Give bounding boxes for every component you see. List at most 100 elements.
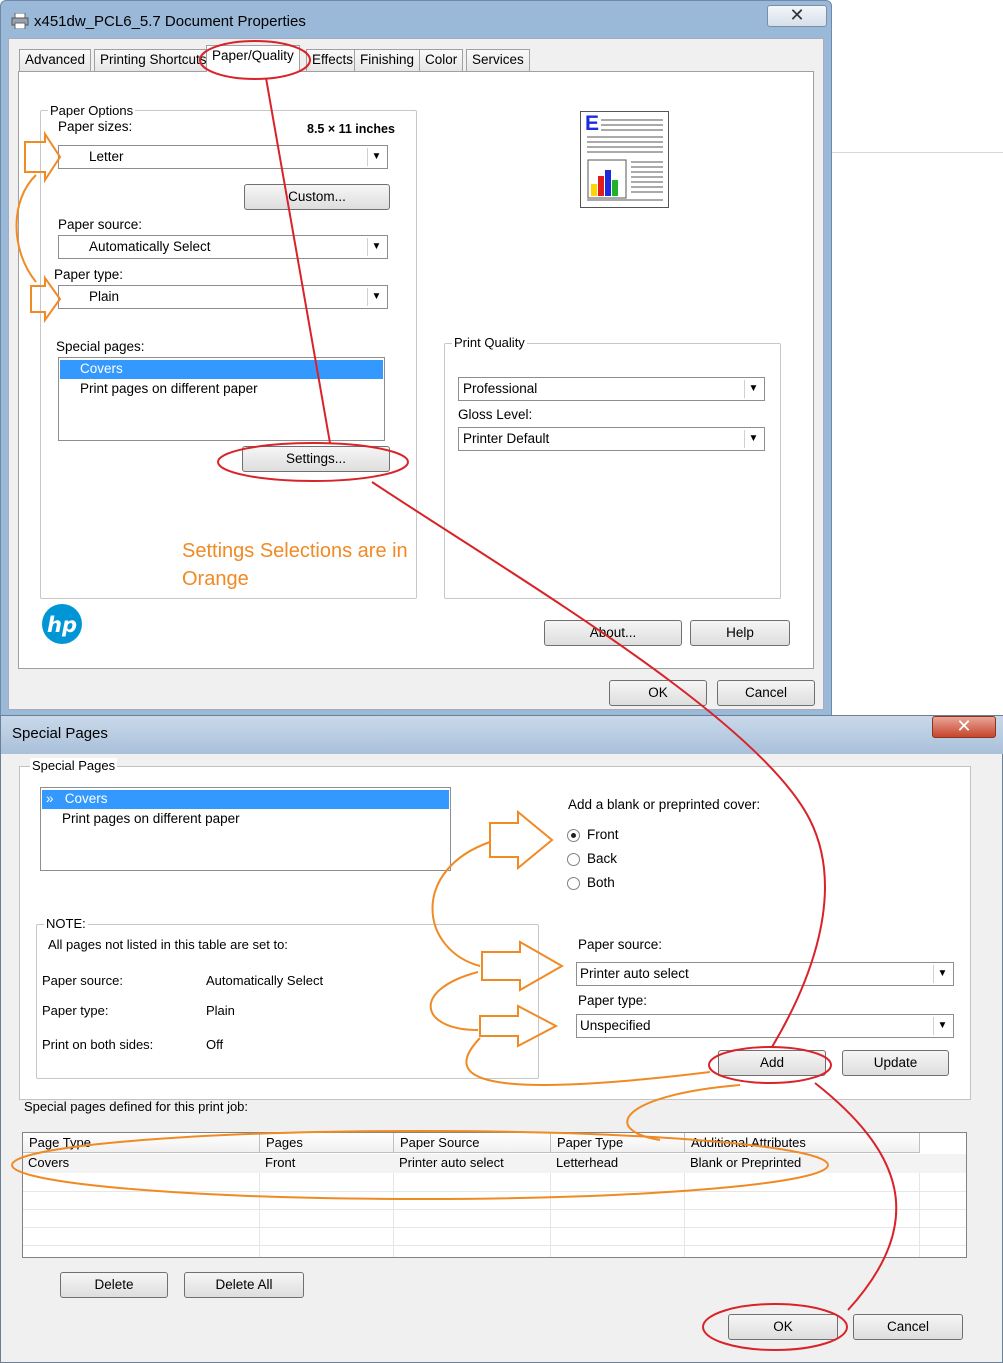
gloss-level-select[interactable]: Printer Default ▼ <box>458 427 765 451</box>
print-quality-select[interactable]: Professional ▼ <box>458 377 765 401</box>
list-item-different-paper[interactable]: Print pages on different paper <box>42 810 449 829</box>
close-icon: ✕ <box>789 5 805 25</box>
special-pages-group-label: Special Pages <box>30 758 118 773</box>
cover-options-label: Add a blank or preprinted cover: <box>568 797 761 812</box>
column-header-paper-type[interactable]: Paper Type <box>551 1133 685 1153</box>
tab-finishing[interactable]: Finishing <box>354 49 421 71</box>
cell-paper-type: Letterhead <box>556 1155 619 1170</box>
settings-button[interactable]: Settings... <box>242 446 390 472</box>
chevron-down-icon: ▼ <box>744 380 762 398</box>
delete-all-button[interactable]: Delete All <box>184 1272 304 1298</box>
column-header-additional-attributes[interactable]: Additional Attributes <box>685 1133 920 1153</box>
tab-effects[interactable]: Effects <box>306 49 360 71</box>
paper-source-select[interactable]: Printer auto select ▼ <box>576 962 954 986</box>
column-header-paper-source[interactable]: Paper Source <box>394 1133 551 1153</box>
note-paper-type-key: Paper type: <box>42 1003 109 1018</box>
radio-both[interactable] <box>567 877 580 890</box>
list-marker: » <box>46 791 54 806</box>
paper-source-value: Printer auto select <box>580 966 689 981</box>
paper-type-value: Plain <box>89 289 120 304</box>
cancel-button[interactable]: Cancel <box>853 1314 963 1340</box>
column-header-pages[interactable]: Pages <box>260 1133 394 1153</box>
custom-button[interactable]: Custom... <box>244 184 390 210</box>
close-button[interactable]: ✕ <box>932 716 996 738</box>
print-quality-label: Print Quality <box>452 335 527 350</box>
background-document <box>830 0 1003 715</box>
special-pages-list[interactable]: Covers Print pages on different paper <box>58 357 385 441</box>
chevron-down-icon: ▼ <box>744 430 762 448</box>
background-divider <box>832 152 1003 153</box>
grid-line <box>393 1173 394 1257</box>
radio-front[interactable] <box>567 829 580 842</box>
svg-text:hp: hp <box>47 613 77 637</box>
note-paper-type-value: Plain <box>206 1003 235 1018</box>
tab-color[interactable]: Color <box>419 49 464 71</box>
title-bar <box>1 716 1003 754</box>
note-both-sides-key: Print on both sides: <box>42 1037 154 1052</box>
close-icon: ✕ <box>956 716 972 736</box>
paper-type-value: Unspecified <box>580 1018 651 1033</box>
paper-source-value: Automatically Select <box>89 239 211 254</box>
tab-services[interactable]: Services <box>466 49 530 71</box>
note-paper-source-value: Automatically Select <box>206 973 324 988</box>
help-button[interactable]: Help <box>690 620 790 646</box>
tab-advanced[interactable]: Advanced <box>19 49 92 71</box>
radio-both-label: Both <box>587 875 615 890</box>
window-title: Special Pages <box>12 725 108 742</box>
radio-back[interactable] <box>567 853 580 866</box>
list-item-different-paper[interactable]: Print pages on different paper <box>60 380 383 399</box>
cell-pages: Front <box>265 1155 296 1170</box>
note-label: NOTE: <box>44 916 88 931</box>
list-item-covers[interactable]: Covers <box>60 360 383 379</box>
paper-size-select[interactable]: Letter ▼ <box>58 145 388 169</box>
grid-line <box>259 1173 260 1257</box>
paper-type-label: Paper type: <box>578 993 648 1008</box>
paper-source-label: Paper source: <box>578 937 663 952</box>
paper-sizes-label: Paper sizes: <box>58 119 133 134</box>
special-pages-list[interactable]: » Covers Print pages on different paper <box>40 787 451 871</box>
grid-line <box>23 1245 966 1246</box>
grid-line <box>684 1173 685 1257</box>
special-pages-label: Special pages: <box>56 339 145 354</box>
close-button[interactable]: ✕ <box>767 5 827 27</box>
paper-type-select[interactable]: Unspecified ▼ <box>576 1014 954 1038</box>
delete-button[interactable]: Delete <box>60 1272 168 1298</box>
about-button[interactable]: About... <box>544 620 682 646</box>
grid-line <box>550 1173 551 1257</box>
special-pages-table[interactable]: Page Type Pages Paper Source Paper Type … <box>22 1132 967 1258</box>
note-paper-source-key: Paper source: <box>42 973 123 988</box>
paper-size-value: Letter <box>89 149 124 164</box>
cell-additional-attributes: Blank or Preprinted <box>690 1155 802 1170</box>
gloss-level-label: Gloss Level: <box>458 407 533 422</box>
defined-pages-label: Special pages defined for this print job… <box>24 1099 249 1114</box>
tab-printing-shortcuts[interactable]: Printing Shortcuts <box>94 49 213 71</box>
chevron-down-icon: ▼ <box>367 288 385 306</box>
note-text: All pages not listed in this table are s… <box>48 937 288 952</box>
chevron-down-icon: ▼ <box>933 965 951 983</box>
column-header-page-type[interactable]: Page Type <box>23 1133 260 1153</box>
list-item-covers[interactable]: » Covers <box>42 790 449 809</box>
tab-paper-quality[interactable]: Paper/Quality <box>206 45 300 72</box>
grid-line <box>23 1209 966 1210</box>
paper-type-select[interactable]: Plain ▼ <box>58 285 388 309</box>
annotation-note: Settings Selections are in Orange <box>182 540 408 590</box>
grid-line <box>919 1173 920 1257</box>
update-button[interactable]: Update <box>842 1050 949 1076</box>
radio-front-label: Front <box>587 827 619 842</box>
paper-options-label: Paper Options <box>48 103 136 118</box>
paper-type-label: Paper type: <box>54 267 124 282</box>
gloss-level-value: Printer Default <box>463 431 550 446</box>
grid-line <box>23 1191 966 1192</box>
chevron-down-icon: ▼ <box>367 148 385 166</box>
paper-source-select[interactable]: Automatically Select ▼ <box>58 235 388 259</box>
table-row[interactable]: Covers Front Printer auto select Letterh… <box>23 1154 966 1173</box>
add-button[interactable]: Add <box>718 1050 826 1076</box>
chevron-down-icon: ▼ <box>367 238 385 256</box>
cell-page-type: Covers <box>28 1155 70 1170</box>
hp-logo-icon: hp <box>41 603 83 645</box>
ok-button[interactable]: OK <box>728 1314 838 1340</box>
page-preview-image: E <box>580 111 669 208</box>
printer-icon <box>11 12 29 30</box>
cancel-button[interactable]: Cancel <box>717 680 815 706</box>
ok-button[interactable]: OK <box>609 680 707 706</box>
